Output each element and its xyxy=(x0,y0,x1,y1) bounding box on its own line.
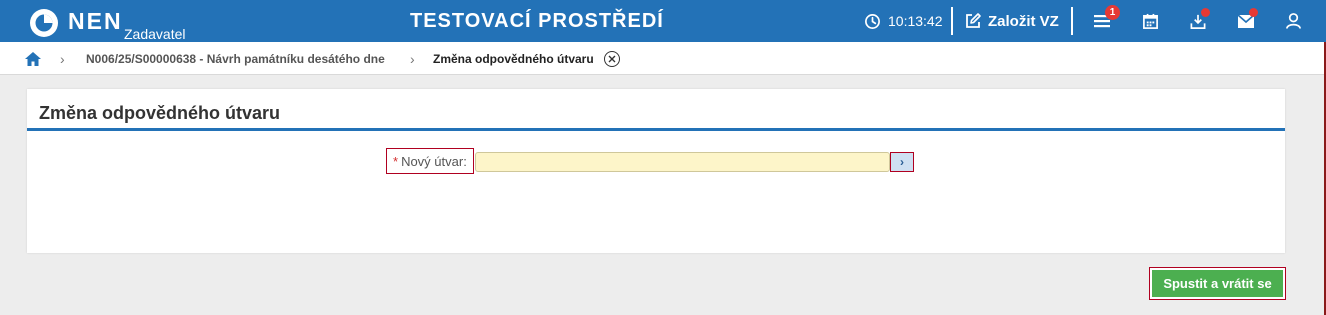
calendar-button[interactable] xyxy=(1136,0,1164,42)
new-unit-label: * Nový útvar: xyxy=(386,148,474,174)
toolbar-divider xyxy=(951,7,953,35)
home-button[interactable] xyxy=(24,42,42,75)
user-icon xyxy=(1285,13,1301,29)
messages-button[interactable] xyxy=(1232,0,1260,42)
submit-and-return-label: Spustit a vrátit se xyxy=(1152,270,1283,297)
breadcrumb-current: Změna odpovědného útvaru xyxy=(433,51,594,66)
user-button[interactable] xyxy=(1279,0,1307,42)
new-unit-select-button[interactable]: › xyxy=(890,152,914,172)
top-bar: NEN Zadavatel TESTOVACÍ PROSTŘEDÍ 10:13:… xyxy=(0,0,1326,42)
home-icon xyxy=(25,51,41,66)
close-tab-button[interactable] xyxy=(604,51,620,67)
menu-button[interactable]: 1 xyxy=(1088,0,1120,42)
downloads-badge xyxy=(1201,8,1210,17)
calendar-icon xyxy=(1142,13,1158,29)
title-divider xyxy=(27,128,1285,131)
messages-badge xyxy=(1249,8,1258,17)
logo-text: NEN xyxy=(68,8,123,34)
close-icon xyxy=(608,55,616,63)
chevron-right-icon: › xyxy=(900,155,904,169)
logo-subtitle: Zadavatel xyxy=(124,26,186,42)
edit-icon xyxy=(966,13,981,28)
submit-and-return-button[interactable]: Spustit a vrátit se xyxy=(1149,267,1286,300)
form-panel: Změna odpovědného útvaru * Nový útvar: › xyxy=(27,89,1285,253)
new-unit-input[interactable] xyxy=(475,152,890,172)
breadcrumb: › N006/25/S00000638 - Návrh památníku de… xyxy=(0,42,1326,75)
toolbar-divider xyxy=(1071,7,1073,35)
page-title: Změna odpovědného útvaru xyxy=(39,103,281,123)
chevron-right-icon: › xyxy=(60,50,65,67)
clock-value: 10:13:42 xyxy=(888,13,943,29)
create-vz-label: Založit VZ xyxy=(988,12,1059,30)
clock-icon xyxy=(865,13,880,29)
menu-badge: 1 xyxy=(1105,5,1120,20)
create-vz-button[interactable]: Založit VZ xyxy=(964,0,1059,42)
new-unit-label-text: Nový útvar: xyxy=(401,153,467,169)
breadcrumb-item[interactable]: N006/25/S00000638 - Návrh památníku desá… xyxy=(86,42,385,75)
session-clock: 10:13:42 xyxy=(864,0,943,42)
environment-title: TESTOVACÍ PROSTŘEDÍ xyxy=(410,10,664,32)
nen-logo-icon xyxy=(30,9,58,37)
chevron-right-icon: › xyxy=(410,50,415,67)
downloads-button[interactable] xyxy=(1184,0,1212,42)
required-marker: * xyxy=(393,153,399,169)
